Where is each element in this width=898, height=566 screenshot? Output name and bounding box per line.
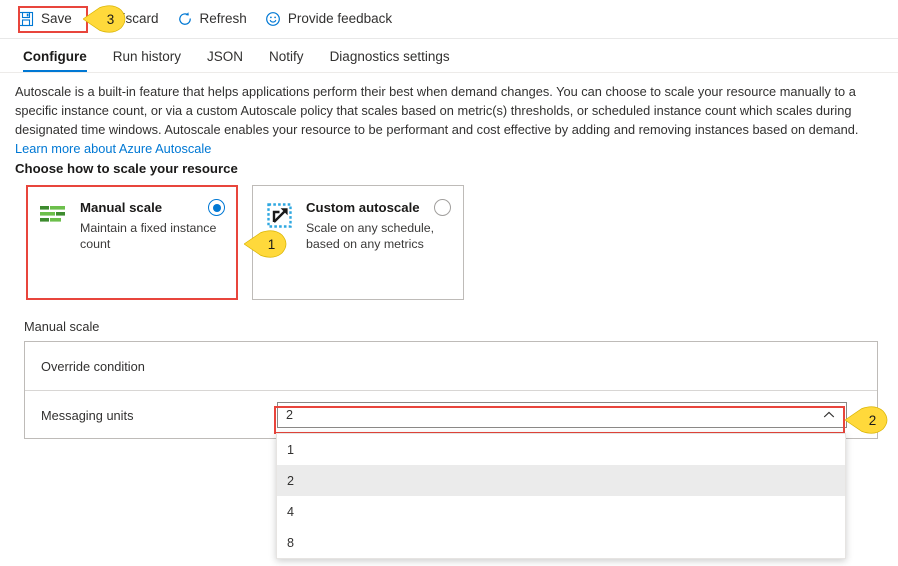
option-4[interactable]: 4 [277,496,845,527]
save-icon [18,11,34,27]
refresh-button[interactable]: Refresh [177,11,247,27]
autoscale-description: Autoscale is a built-in feature that hel… [15,82,870,158]
command-bar: Save Discard Refresh Provide feedback [0,0,898,38]
tab-notify[interactable]: Notify [256,49,317,72]
option-1-label: 1 [287,442,295,457]
option-4-label: 4 [287,504,295,519]
learn-more-link[interactable]: Learn more about Azure Autoscale [15,141,211,156]
provide-feedback-label: Provide feedback [287,11,393,27]
radio-custom-autoscale[interactable] [434,199,451,216]
tab-diagnostics-settings-label: Diagnostics settings [329,49,450,64]
manual-scale-icon [39,201,69,231]
card-manual-scale-description: Maintain a fixed instance count [80,221,217,251]
tab-configure-label: Configure [23,49,87,64]
option-2-label: 2 [287,473,295,488]
card-custom-autoscale-title: Custom autoscale [306,200,420,215]
override-condition-row: Override condition [25,342,877,391]
scale-option-cards: Manual scale Maintain a fixed instance c… [26,185,464,300]
save-label: Save [41,11,72,27]
messaging-units-label: Messaging units [41,407,134,423]
card-manual-scale-title: Manual scale [80,200,163,215]
discard-icon [90,11,106,27]
tab-diagnostics-settings[interactable]: Diagnostics settings [317,49,463,72]
page-title: Choose how to scale your resource [15,161,238,176]
override-condition-label: Override condition [41,358,145,374]
tab-json-label: JSON [207,49,244,64]
tab-bar: Configure Run history JSON Notify Diagno… [10,42,463,72]
card-custom-autoscale[interactable]: Custom autoscale Scale on any schedule, … [252,185,464,300]
option-1[interactable]: 1 [277,434,845,465]
discard-label: Discard [112,11,159,27]
discard-button[interactable]: Discard [90,11,159,27]
radio-manual-scale[interactable] [208,199,225,216]
messaging-units-row: Messaging units 2 [25,391,877,439]
messaging-units-value: 2 [286,408,294,422]
refresh-label: Refresh [199,11,247,27]
card-custom-autoscale-description: Scale on any schedule, based on any metr… [306,221,435,251]
smiley-icon [265,11,281,27]
manual-scale-panel-label: Manual scale [24,319,100,334]
refresh-icon [177,11,193,27]
messaging-units-dropdown[interactable]: 2 [277,402,847,428]
provide-feedback-button[interactable]: Provide feedback [265,11,392,27]
card-manual-scale[interactable]: Manual scale Maintain a fixed instance c… [26,185,238,300]
tab-configure[interactable]: Configure [10,49,100,72]
command-bar-divider [0,38,898,39]
tab-run-history-label: Run history [112,49,182,64]
autoscale-description-text: Autoscale is a built-in feature that hel… [15,84,859,137]
chevron-up-icon [822,408,836,425]
option-8-label: 8 [287,535,295,550]
option-2[interactable]: 2 [277,465,845,496]
manual-scale-panel: Override condition Messaging units 2 [24,341,878,439]
tab-bar-divider [0,72,898,73]
custom-autoscale-icon [265,201,295,231]
tab-notify-label: Notify [269,49,304,64]
tab-json[interactable]: JSON [194,49,256,72]
messaging-units-option-list: 1 2 4 8 [276,433,846,559]
tab-run-history[interactable]: Run history [100,49,194,72]
save-button[interactable]: Save [18,11,72,27]
option-8[interactable]: 8 [277,527,845,558]
